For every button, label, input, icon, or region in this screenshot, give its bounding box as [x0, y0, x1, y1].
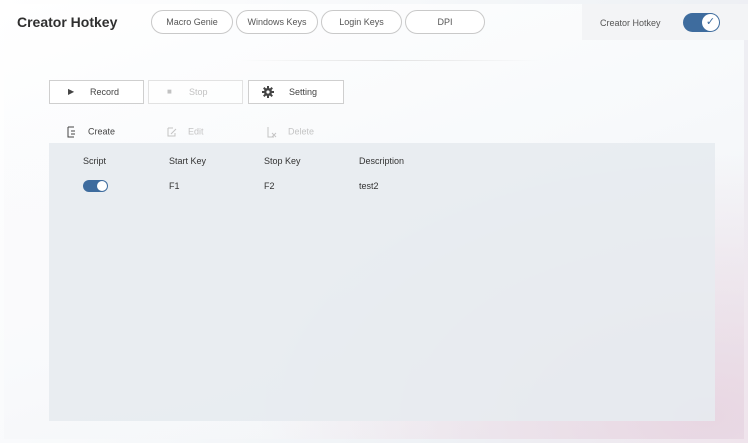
- header-divider: [240, 60, 540, 61]
- column-header-stop-key: Stop Key: [264, 156, 301, 166]
- hotkey-label: Creator Hotkey: [600, 18, 661, 28]
- edit-icon: [167, 127, 177, 137]
- toggle-knob: [97, 181, 107, 191]
- hotkey-toggle[interactable]: ✓: [683, 13, 720, 32]
- gear-icon: [262, 86, 274, 98]
- record-label: Record: [90, 87, 120, 97]
- edit-label: Edit: [188, 126, 204, 137]
- column-header-description: Description: [359, 156, 405, 166]
- create-action[interactable]: Create: [66, 126, 115, 138]
- delete-icon: [267, 127, 277, 138]
- setting-label: Setting: [289, 87, 318, 97]
- tab-login-keys[interactable]: Login Keys: [321, 10, 402, 34]
- tab-macro-genie[interactable]: Macro Genie: [151, 10, 233, 34]
- tab-dpi[interactable]: DPI: [405, 10, 485, 34]
- start-key-cell[interactable]: F1: [169, 181, 180, 191]
- play-icon: ▶: [68, 87, 75, 96]
- stop-label: Stop: [189, 87, 208, 97]
- description-cell[interactable]: test2: [359, 181, 379, 191]
- script-table: [49, 143, 715, 421]
- column-header-script: Script: [83, 156, 107, 166]
- tab-windows-keys[interactable]: Windows Keys: [236, 10, 318, 34]
- create-label: Create: [88, 126, 116, 137]
- check-icon: ✓: [702, 14, 719, 31]
- script-toggle[interactable]: [83, 180, 108, 192]
- column-header-start-key: Start Key: [169, 156, 207, 166]
- stop-button[interactable]: ■ Stop: [148, 80, 243, 104]
- setting-button[interactable]: Setting: [248, 80, 344, 104]
- delete-action[interactable]: Delete: [266, 126, 314, 138]
- create-icon: [67, 126, 75, 138]
- record-button[interactable]: ▶ Record: [49, 80, 144, 104]
- stop-icon: ■: [167, 87, 172, 96]
- stop-key-cell[interactable]: F2: [264, 181, 275, 191]
- edit-action[interactable]: Edit: [166, 126, 204, 138]
- app-title: Creator Hotkey: [17, 14, 118, 30]
- delete-label: Delete: [288, 126, 315, 137]
